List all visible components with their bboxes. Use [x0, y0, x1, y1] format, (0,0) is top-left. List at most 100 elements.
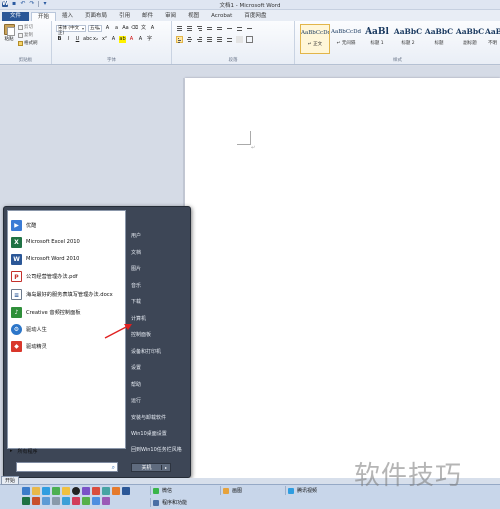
program-excel[interactable]: X Microsoft Excel 2010	[11, 234, 125, 250]
place-install-uninstall[interactable]: 安装与卸载软件	[131, 414, 166, 421]
place-settings[interactable]: 设置	[131, 364, 141, 371]
place-win10-desktop[interactable]: Win10桌面设置	[131, 430, 167, 437]
mail-icon[interactable]	[62, 497, 70, 505]
bullets-icon[interactable]	[176, 25, 183, 32]
store-icon[interactable]	[92, 487, 100, 495]
align-left-icon[interactable]	[176, 36, 183, 43]
task-programs-features[interactable]: 程序和功能	[150, 498, 187, 507]
numbering-icon[interactable]	[186, 25, 193, 32]
place-music[interactable]: 音乐	[131, 282, 141, 289]
paste-button[interactable]: 粘贴	[3, 24, 15, 44]
tab-insert[interactable]: 插入	[56, 12, 79, 21]
line-spacing-icon[interactable]	[226, 36, 233, 43]
enclose-char-icon[interactable]: 字	[146, 36, 153, 43]
tab-view[interactable]: 视图	[182, 12, 205, 21]
settings-icon[interactable]	[52, 497, 60, 505]
photo-icon[interactable]	[42, 497, 50, 505]
tab-review[interactable]: 审阅	[159, 12, 182, 21]
cut-button[interactable]: 剪切	[18, 24, 33, 30]
tab-baidu-netdisk[interactable]: 百度网盘	[238, 12, 272, 21]
program-creative[interactable]: ♪ Creative 音频控制面板	[11, 304, 125, 320]
tab-references[interactable]: 引用	[113, 12, 136, 21]
browser-icon[interactable]	[42, 487, 50, 495]
program-docx-file[interactable]: ≡ 海岛最好的服务表填写管理办法.docx	[11, 286, 125, 302]
all-programs-button[interactable]: ▸ 所有程序	[10, 448, 38, 455]
cloud-icon[interactable]	[92, 497, 100, 505]
place-help[interactable]: 帮助	[131, 381, 141, 388]
grow-font-icon[interactable]: A	[104, 25, 111, 32]
start-button[interactable]: 开始	[1, 476, 19, 485]
justify-icon[interactable]	[206, 36, 213, 43]
chart-icon[interactable]	[82, 487, 90, 495]
document-page[interactable]: ↵	[185, 78, 500, 482]
game-icon[interactable]	[102, 497, 110, 505]
format-painter-button[interactable]: 格式刷	[18, 40, 38, 46]
highlight-icon[interactable]: ab	[119, 36, 126, 43]
program-youku[interactable]: ▶ 优酷	[11, 217, 125, 233]
program-driver-genius[interactable]: ◆ 驱动精灵	[11, 338, 125, 354]
place-user[interactable]: 用户	[131, 232, 141, 239]
place-win10-taskbar-style[interactable]: 回到Win10任务栏风格	[131, 446, 182, 453]
align-center-icon[interactable]	[186, 36, 193, 43]
place-downloads[interactable]: 下载	[131, 298, 141, 305]
tool-icon[interactable]	[102, 487, 110, 495]
chinese-layout-icon[interactable]	[226, 25, 233, 32]
strikethrough-icon[interactable]: abc	[83, 36, 92, 43]
shrink-font-icon[interactable]: a	[113, 25, 120, 32]
explorer-icon[interactable]	[32, 487, 40, 495]
tab-mailings[interactable]: 邮件	[136, 12, 159, 21]
shutdown-options-icon[interactable]: ▸	[161, 465, 170, 470]
char-shading-icon[interactable]: A	[137, 36, 144, 43]
underline-icon[interactable]: U	[74, 36, 81, 43]
task-wechat[interactable]: 微信	[150, 486, 172, 495]
music-icon[interactable]	[112, 487, 120, 495]
italic-icon[interactable]: I	[65, 36, 72, 43]
word-taskbar-icon[interactable]	[122, 487, 130, 495]
task-tencent-video[interactable]: 腾讯视频	[285, 486, 317, 495]
place-run[interactable]: 运行	[131, 397, 141, 404]
task-paint[interactable]: 画图	[220, 486, 242, 495]
text-effects-icon[interactable]: A	[110, 36, 117, 43]
tab-page-layout[interactable]: 页面布局	[79, 12, 113, 21]
program-word[interactable]: W Microsoft Word 2010	[11, 251, 125, 267]
show-marks-icon[interactable]	[246, 25, 253, 32]
font-color-icon[interactable]: A	[128, 36, 135, 43]
sort-icon[interactable]	[236, 25, 243, 32]
program-pdf-file[interactable]: P 公司经营管理办法.pdf	[11, 268, 125, 284]
clear-format-icon[interactable]: ⌫	[131, 25, 138, 32]
shutdown-button[interactable]: 关机 ▸	[131, 463, 171, 472]
style-heading-2[interactable]: AaBbC 标题 2	[393, 24, 423, 54]
place-pictures[interactable]: 图片	[131, 265, 141, 272]
char-border-icon[interactable]: A	[149, 25, 156, 32]
copy-button[interactable]: 复制	[18, 32, 33, 38]
style-heading-1[interactable]: AaBl 标题 1	[362, 24, 392, 54]
media-icon[interactable]	[52, 487, 60, 495]
security-icon[interactable]	[82, 497, 90, 505]
borders-icon[interactable]	[246, 36, 253, 43]
tab-home[interactable]: 开始	[31, 12, 57, 21]
subscript-icon[interactable]: x₂	[92, 36, 99, 43]
align-right-icon[interactable]	[196, 36, 203, 43]
style-no-spacing[interactable]: AaBbCcDd ↵ 无间隔	[331, 24, 361, 54]
change-case-icon[interactable]: Aa	[122, 25, 129, 32]
place-devices-printers[interactable]: 设备和打印机	[131, 348, 161, 355]
multilevel-list-icon[interactable]	[196, 25, 203, 32]
place-documents[interactable]: 文档	[131, 249, 141, 256]
search-icon[interactable]: ⌕	[112, 464, 115, 471]
decrease-indent-icon[interactable]	[206, 25, 213, 32]
qq-icon[interactable]	[72, 487, 80, 495]
increase-indent-icon[interactable]	[216, 25, 223, 32]
distributed-icon[interactable]	[216, 36, 223, 43]
bold-icon[interactable]: B	[56, 36, 63, 43]
style-more[interactable]: AaBb 不明	[485, 24, 500, 54]
excel-taskbar-icon[interactable]	[22, 497, 30, 505]
shading-icon[interactable]	[236, 36, 243, 43]
video-icon[interactable]	[72, 497, 80, 505]
folder-icon[interactable]	[62, 487, 70, 495]
place-control-panel[interactable]: 控制面板	[131, 331, 151, 338]
font-name-select[interactable]: 宋体 (中文正)	[56, 25, 86, 36]
style-title[interactable]: AaBbC 标题	[424, 24, 454, 54]
desktop-icon[interactable]	[22, 487, 30, 495]
style-normal[interactable]: AaBbCcDd ↵ 正文	[300, 24, 330, 54]
tab-acrobat[interactable]: Acrobat	[205, 12, 238, 21]
